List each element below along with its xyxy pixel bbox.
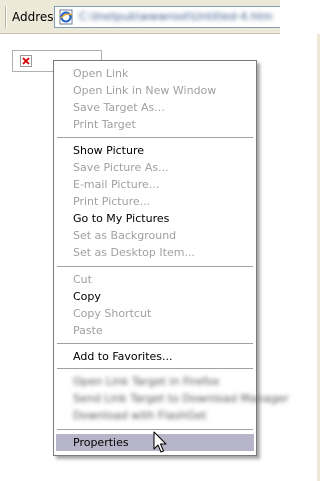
menu-item-open-link[interactable]: Open Link (56, 65, 254, 82)
menu-separator (57, 429, 253, 430)
menu-item-download-with-flashget[interactable]: Download with FlashGet (56, 407, 254, 424)
menu-separator (57, 343, 253, 344)
arrow-cursor-icon (153, 431, 167, 453)
menu-item-paste[interactable]: Paste (56, 322, 254, 339)
menu-item-print-target[interactable]: Print Target (56, 116, 254, 133)
broken-image-icon (20, 55, 32, 67)
address-url: C:\Inetpub\wwwroot\Untitled-4.htm (79, 10, 273, 23)
menu-item-print-picture[interactable]: Print Picture... (56, 193, 254, 210)
menu-item-e-mail-picture[interactable]: E-mail Picture... (56, 176, 254, 193)
ie-page-icon (59, 9, 73, 25)
menu-item-show-picture[interactable]: Show Picture (56, 142, 254, 159)
menu-item-open-link-in-new-window[interactable]: Open Link in New Window (56, 82, 254, 99)
menu-separator (57, 368, 253, 369)
address-label: Address (12, 10, 60, 24)
menu-item-open-link-target-in-firefox[interactable]: Open Link Target in Firefox (56, 373, 254, 390)
menu-item-copy[interactable]: Copy (56, 288, 254, 305)
menu-separator (57, 266, 253, 267)
menu-item-copy-shortcut[interactable]: Copy Shortcut (56, 305, 254, 322)
menu-item-go-to-my-pictures[interactable]: Go to My Pictures (56, 210, 254, 227)
menu-item-send-link-target-to-download-manager[interactable]: Send Link Target to Download Manager (56, 390, 289, 407)
menu-item-save-target-as[interactable]: Save Target As... (56, 99, 254, 116)
menu-item-set-as-desktop-item[interactable]: Set as Desktop Item... (56, 244, 254, 261)
menu-item-save-picture-as[interactable]: Save Picture As... (56, 159, 254, 176)
toolbar-grip[interactable] (5, 6, 7, 28)
menu-item-set-as-background[interactable]: Set as Background (56, 227, 254, 244)
menu-item-cut[interactable]: Cut (56, 271, 254, 288)
menu-item-add-to-favorites[interactable]: Add to Favorites... (56, 348, 254, 365)
address-input[interactable]: C:\Inetpub\wwwroot\Untitled-4.htm (54, 6, 280, 28)
address-bar: Address C:\Inetpub\wwwroot\Untitled-4.ht… (0, 0, 280, 34)
context-menu: Open Link Open Link in New Window Save Tar… (53, 60, 289, 456)
menu-separator (57, 137, 253, 138)
